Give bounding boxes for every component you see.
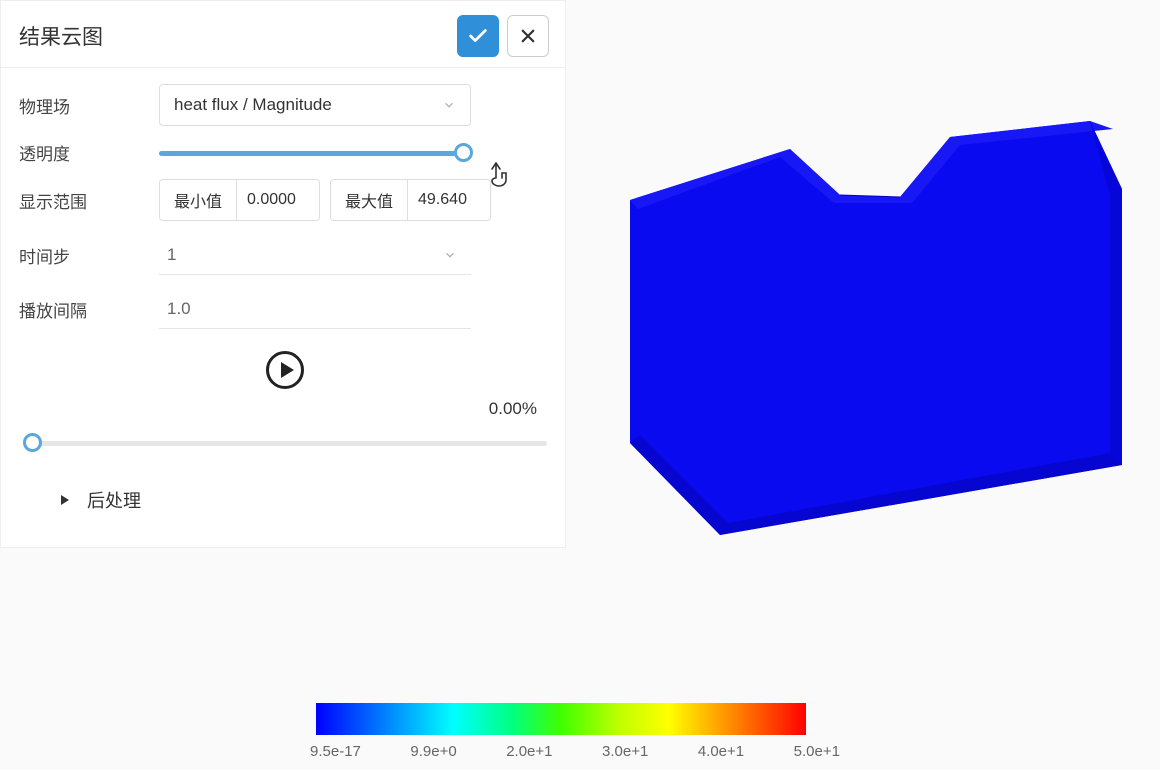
max-addon: 最大值 [331,180,408,220]
close-icon [519,27,537,45]
progress-track [23,441,547,446]
timestep-value: 1 [167,245,176,265]
check-icon [467,25,489,47]
legend-tick: 3.0e+1 [602,743,648,760]
progress-thumb[interactable] [23,433,42,452]
max-input-group: 最大值 [330,179,491,221]
interval-label: 播放间隔 [19,297,159,322]
percent-display: 0.00% [19,399,551,419]
field-select-value: heat flux / Magnitude [174,95,332,115]
confirm-button[interactable] [457,15,499,57]
panel-header: 结果云图 [1,1,565,68]
model-render [590,85,1150,555]
legend-ticks: 9.5e-17 9.9e+0 2.0e+1 3.0e+1 4.0e+1 5.0e… [310,743,840,760]
legend-gradient [316,703,806,735]
close-button[interactable] [507,15,549,57]
timestep-label: 时间步 [19,243,159,268]
play-icon [281,362,294,378]
timestep-select[interactable]: 1 [159,235,471,275]
opacity-row: 透明度 [19,140,551,165]
chevron-down-icon [442,98,456,112]
color-legend: 9.5e-17 9.9e+0 2.0e+1 3.0e+1 4.0e+1 5.0e… [310,703,850,760]
range-row: 显示范围 最小值 最大值 [19,179,551,221]
legend-tick: 4.0e+1 [698,743,744,760]
play-button[interactable] [266,351,304,389]
field-select[interactable]: heat flux / Magnitude [159,84,471,126]
slider-thumb[interactable] [454,143,473,162]
chevron-down-icon [443,248,457,262]
legend-tick: 9.9e+0 [410,743,456,760]
interval-field[interactable]: 1.0 [159,289,471,329]
panel-title: 结果云图 [19,21,449,51]
caret-right-icon [61,495,69,505]
postprocess-label: 后处理 [87,487,141,513]
min-input-group: 最小值 [159,179,320,221]
legend-tick: 9.5e-17 [310,743,361,760]
field-label: 物理场 [19,93,159,118]
progress-slider[interactable] [23,433,547,453]
opacity-label: 透明度 [19,140,159,165]
timestep-row: 时间步 1 [19,235,551,275]
min-input[interactable] [237,180,319,220]
postprocess-tree-item[interactable]: 后处理 [19,471,551,539]
legend-tick: 5.0e+1 [794,743,840,760]
play-row [19,343,551,395]
result-cloud-panel: 结果云图 物理场 heat flux / Magnitude 透明度 [0,0,566,548]
min-addon: 最小值 [160,180,237,220]
opacity-slider[interactable] [159,144,471,162]
interval-value: 1.0 [167,299,191,319]
max-input[interactable] [408,180,490,220]
3d-viewport[interactable] [580,0,1160,640]
legend-tick: 2.0e+1 [506,743,552,760]
field-row: 物理场 heat flux / Magnitude [19,84,551,126]
interval-row: 播放间隔 1.0 [19,289,551,329]
range-label: 显示范围 [19,188,159,213]
slider-track [159,151,471,156]
panel-body: 物理场 heat flux / Magnitude 透明度 显示范围 [1,68,565,547]
